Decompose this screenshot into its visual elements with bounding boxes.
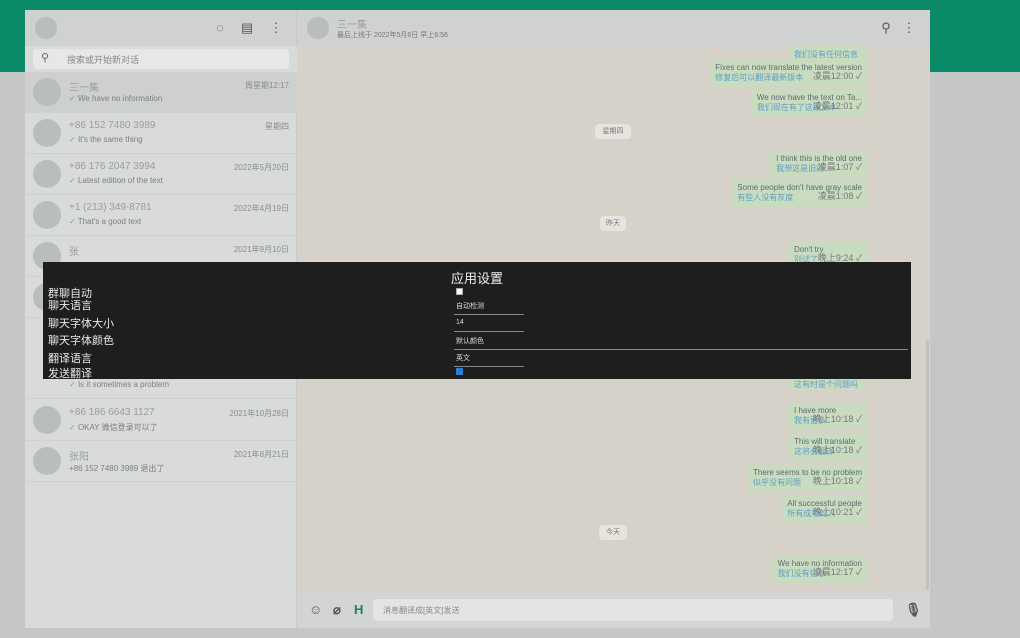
setting-label-translate-language: 翻译语言 bbox=[48, 353, 92, 365]
chat-last-message: ✓ Is it sometimes a problem bbox=[69, 380, 170, 389]
message-bubble: I have more 我有更多 晚上10:18 ✓ bbox=[788, 403, 868, 430]
send-translate-checkbox[interactable] bbox=[456, 368, 463, 375]
message-time: 凌晨12:01 ✓ bbox=[812, 101, 862, 111]
composer: ☺ ⌀ H 消息翻译成[英文]发送 🎙 bbox=[297, 592, 930, 628]
chat-date: 2021年10月28日 bbox=[229, 409, 289, 418]
chat-name: 三一集 bbox=[69, 83, 99, 94]
avatar bbox=[33, 447, 61, 475]
my-avatar[interactable] bbox=[35, 17, 57, 39]
chat-date: 星期四 bbox=[265, 122, 289, 131]
emoji-icon[interactable]: ☺ bbox=[309, 602, 322, 617]
message-input[interactable]: 消息翻译成[英文]发送 bbox=[373, 599, 893, 621]
font-size-input[interactable]: 14 bbox=[456, 319, 464, 326]
chat-language-select[interactable]: 自动检测 bbox=[456, 301, 484, 311]
h-button[interactable]: H bbox=[354, 602, 363, 617]
chat-last-message: ✓ That's a good text bbox=[69, 217, 142, 226]
message-time: 晚上10:18 ✓ bbox=[812, 414, 862, 424]
message-bubble: 我们没有任何信息 bbox=[788, 46, 868, 59]
message-placeholder: 消息翻译成[英文]发送 bbox=[383, 606, 460, 615]
chat-name: +86 152 7480 3989 bbox=[69, 120, 156, 131]
chat-date: 周星期12:17 bbox=[244, 81, 289, 90]
contact-avatar[interactable] bbox=[307, 17, 329, 39]
dots-vertical-icon[interactable]: ⋮ bbox=[267, 19, 285, 37]
chat-last-message: +86 152 7480 3989 退出了 bbox=[69, 464, 165, 473]
chat-icon[interactable]: ▤ bbox=[238, 19, 256, 37]
chat-name: 张 bbox=[69, 247, 79, 258]
chat-date: 2021年8月21日 bbox=[233, 450, 289, 459]
message-time: 晚上10:21 ✓ bbox=[812, 507, 862, 517]
conversation-header: 三一集 最后上线于 2022年5月6日 早上6:56 ⚲ ⋮ bbox=[297, 10, 930, 46]
scrollbar[interactable] bbox=[926, 340, 929, 590]
left-header: ◌ ▤ ⋮ bbox=[25, 10, 296, 46]
font-color-select[interactable]: 默认颜色 bbox=[456, 336, 484, 346]
message-time: 凌晨12:17 ✓ bbox=[812, 567, 862, 577]
setting-label-chat-language: 聊天语言 bbox=[48, 300, 92, 312]
avatar bbox=[33, 201, 61, 229]
chat-last-message: ✓ We have no information bbox=[69, 94, 163, 103]
message-bubble: We have no information 我们没有信息 凌晨12:17 ✓ bbox=[771, 556, 868, 583]
paperclip-icon[interactable]: ⌀ bbox=[333, 602, 341, 618]
setting-label-font-size: 聊天字体大小 bbox=[48, 318, 114, 330]
message-bubble: Some people don't have gray scale 有些人没有灰… bbox=[731, 180, 868, 207]
dots-vertical-icon[interactable]: ⋮ bbox=[900, 19, 918, 37]
message-time: 晚上10:18 ✓ bbox=[812, 445, 862, 455]
chat-name: +86 176 2047 3994 bbox=[69, 161, 156, 172]
search-placeholder: 搜索或开始新对话 bbox=[67, 55, 140, 65]
chat-last-message: ✓ It's the same thing bbox=[69, 135, 143, 144]
chat-list-item[interactable]: +86 186 6643 1127 2021年10月28日 ✓ OKAY 微信登… bbox=[25, 400, 297, 441]
last-seen: 最后上线于 2022年5月6日 早上6:56 bbox=[337, 32, 448, 39]
message-bubble: Fixes can now translate the latest versi… bbox=[709, 60, 868, 87]
message-time: 凌晨12:00 ✓ bbox=[812, 71, 862, 81]
avatar bbox=[33, 160, 61, 188]
chat-list-item[interactable]: +1 (213) 349-8781 2022年4月19日 ✓ That's a … bbox=[25, 195, 297, 236]
font-color-underline bbox=[454, 349, 908, 350]
chat-list-item[interactable]: +86 176 2047 3994 2022年5月20日 ✓ Latest ed… bbox=[25, 154, 297, 195]
chat-last-message: ✓ OKAY 微信登录可以了 bbox=[69, 423, 158, 432]
message-bubble: All successful people 所有成功的人 晚上10:21 ✓ bbox=[781, 496, 868, 523]
search-bar: ⚲ 搜索或开始新对话 bbox=[25, 46, 297, 72]
date-chip: 今天 bbox=[599, 525, 627, 540]
status-circle-icon[interactable]: ◌ bbox=[211, 19, 229, 37]
chat-name: +86 186 6643 1127 bbox=[69, 407, 155, 418]
chat-name: 张阳 bbox=[69, 452, 89, 463]
search-input[interactable]: ⚲ 搜索或开始新对话 bbox=[33, 49, 289, 69]
message-bubble: I think this is the old one 我想这是旧的 凌晨1:0… bbox=[770, 151, 868, 178]
message-time: 凌晨1:07 ✓ bbox=[817, 162, 862, 172]
message-bubble: We now have the text on Ta... 我们现在有了这段文本… bbox=[750, 90, 868, 117]
message-bubble: This will translate 这将会翻译 晚上10:18 ✓ bbox=[788, 434, 868, 461]
message-bubble: There seems to be no problem 似乎没有问题 晚上10… bbox=[747, 465, 868, 492]
chat-date: 2022年4月19日 bbox=[233, 204, 289, 213]
chat-list-item[interactable]: 三一集 周星期12:17 ✓ We have no information bbox=[25, 72, 297, 113]
chat-date: 2021年9月10日 bbox=[233, 245, 289, 254]
chat-date: 2022年5月20日 bbox=[233, 163, 289, 172]
settings-panel: 应用设置 群聊自动 聊天语言 自动检测 聊天字体大小 14 聊天字体颜色 默认颜… bbox=[43, 262, 911, 380]
chat-name: +1 (213) 349-8781 bbox=[69, 202, 152, 213]
setting-label-send-translate: 发送翻译 bbox=[48, 368, 92, 380]
message-translation: 这有时是个问题吗 bbox=[794, 380, 858, 389]
date-chip: 星期四 bbox=[595, 124, 631, 139]
search-icon: ⚲ bbox=[41, 52, 50, 64]
chat-language-underline bbox=[454, 314, 524, 315]
message-time: 凌晨1:08 ✓ bbox=[817, 191, 862, 201]
chat-list-item[interactable]: +86 152 7480 3989 星期四 ✓ It's the same th… bbox=[25, 113, 297, 154]
contact-name[interactable]: 三一集 bbox=[337, 16, 367, 31]
message-translation: 我们没有任何信息 bbox=[794, 50, 858, 59]
translate-language-select[interactable]: 英文 bbox=[456, 353, 470, 363]
avatar bbox=[33, 119, 61, 147]
translate-language-underline bbox=[454, 366, 524, 367]
message-time: 晚上10:18 ✓ bbox=[812, 476, 862, 486]
setting-label-font-color: 聊天字体颜色 bbox=[48, 335, 114, 347]
chat-list-item[interactable]: 张阳 2021年8月21日 +86 152 7480 3989 退出了 bbox=[25, 441, 297, 482]
date-chip: 昨天 bbox=[600, 216, 626, 231]
avatar bbox=[33, 406, 61, 434]
chat-last-message: ✓ Latest edition of the text bbox=[69, 176, 163, 185]
settings-title: 应用设置 bbox=[450, 271, 503, 286]
search-icon[interactable]: ⚲ bbox=[877, 19, 895, 37]
microphone-icon[interactable]: 🎙 bbox=[905, 602, 922, 618]
font-size-underline bbox=[454, 331, 524, 332]
avatar bbox=[33, 78, 61, 106]
group-auto-checkbox[interactable] bbox=[456, 288, 463, 295]
